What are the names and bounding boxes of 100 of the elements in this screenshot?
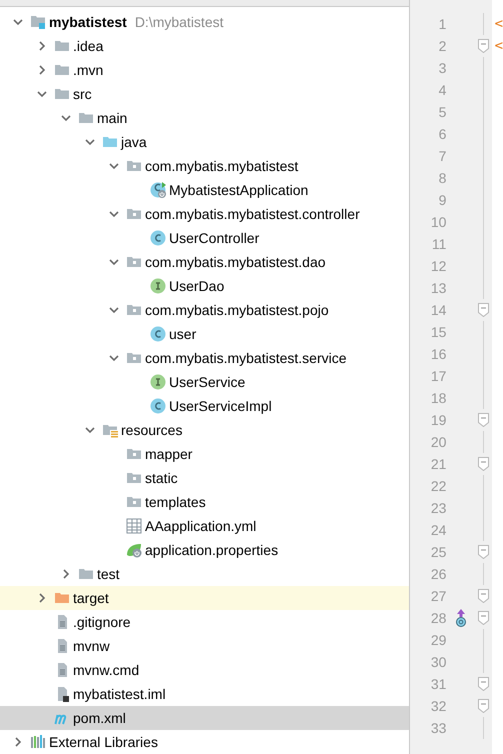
fold-marker-icon[interactable] (478, 611, 489, 625)
package-icon (126, 446, 142, 462)
tree-row[interactable]: mapper (0, 442, 410, 466)
line-number: 22 (430, 476, 446, 496)
chevron-right-icon[interactable] (61, 569, 71, 579)
chevron-right-icon[interactable] (37, 593, 47, 603)
tree-row[interactable]: com.mybatis.mybatistest.pojo (0, 298, 410, 322)
tree-row[interactable]: MybatistestApplication (0, 178, 410, 202)
line-number: 26 (430, 564, 446, 584)
tree-item-label: External Libraries (49, 732, 158, 752)
tree-row[interactable]: UserService (0, 370, 410, 394)
line-number: 13 (430, 278, 446, 298)
tree-row[interactable]: UserController (0, 226, 410, 250)
tree-item-label: application.properties (145, 540, 278, 560)
fold-marker-icon[interactable] (478, 699, 489, 713)
tree-row[interactable]: application.properties (0, 538, 410, 562)
table-file-icon (126, 518, 142, 534)
tree-row[interactable]: .gitignore (0, 610, 410, 634)
chevron-down-icon[interactable] (109, 353, 119, 363)
fold-marker-icon[interactable] (478, 303, 489, 317)
fold-marker-icon[interactable] (478, 39, 489, 53)
tree-row[interactable]: mybatistest.iml (0, 682, 410, 706)
tree-row[interactable]: target (0, 586, 410, 610)
interface-icon (150, 374, 166, 390)
tree-row[interactable]: .idea (0, 34, 410, 58)
chevron-down-icon[interactable] (37, 89, 47, 99)
chevron-down-icon[interactable] (109, 305, 119, 315)
tree-row[interactable]: com.mybatis.mybatistest.controller (0, 202, 410, 226)
tree-row[interactable]: templates (0, 490, 410, 514)
tree-item-label: MybatistestApplication (169, 180, 308, 200)
tree-row[interactable]: resources (0, 418, 410, 442)
implementation-marker-icon[interactable] (455, 609, 468, 627)
tree-row[interactable]: External Libraries (0, 730, 410, 754)
folder-icon (78, 110, 94, 126)
folder-icon (54, 590, 70, 606)
tree-item-label: test (97, 564, 120, 584)
class-icon (150, 398, 166, 414)
line-number: 21 (430, 454, 446, 474)
chevron-right-icon[interactable] (13, 737, 23, 747)
tree-row[interactable]: java (0, 130, 410, 154)
line-number: 2 (438, 36, 446, 56)
tree-row[interactable]: static (0, 466, 410, 490)
tree-row[interactable]: AAapplication.yml (0, 514, 410, 538)
chevron-down-icon[interactable] (85, 425, 95, 435)
fold-marker-icon[interactable] (478, 457, 489, 471)
line-number: 7 (438, 146, 446, 166)
tree-item-label: mapper (145, 444, 192, 464)
tree-row[interactable]: com.mybatis.mybatistest (0, 154, 410, 178)
line-number: 25 (430, 542, 446, 562)
tree-row[interactable]: com.mybatis.mybatistest.service (0, 346, 410, 370)
tree-row[interactable]: .mvn (0, 58, 410, 82)
tree-item-label: pom.xml (73, 708, 126, 728)
fold-marker-icon[interactable] (478, 413, 489, 427)
line-number: 11 (430, 234, 446, 254)
tree-row[interactable]: UserDao (0, 274, 410, 298)
tree-row[interactable]: com.mybatis.mybatistest.dao (0, 250, 410, 274)
tree-row[interactable]: user (0, 322, 410, 346)
line-number: 12 (430, 256, 446, 276)
tree-row[interactable]: src (0, 82, 410, 106)
fold-marker-icon[interactable] (478, 545, 489, 559)
tree-item-label: mybatistest.iml (73, 684, 166, 704)
tree-row[interactable]: pom.xml (0, 706, 410, 730)
chevron-down-icon[interactable] (61, 113, 71, 123)
chevron-down-icon[interactable] (85, 137, 95, 147)
libraries-icon (30, 734, 46, 750)
tree-row[interactable]: mybatistest D:\mybatistest (0, 10, 410, 34)
tree-item-label: com.mybatis.mybatistest.controller (145, 204, 360, 224)
line-number: 14 (430, 300, 446, 320)
fold-marker-icon[interactable] (478, 589, 489, 603)
tree-item-label: mvnw (73, 636, 110, 656)
line-number: 27 (430, 586, 446, 606)
tree-row[interactable]: mvnw (0, 634, 410, 658)
interface-icon (150, 278, 166, 294)
tree-row[interactable]: main (0, 106, 410, 130)
line-number: 9 (438, 190, 446, 210)
tree-item-label: target (73, 588, 109, 608)
project-path: D:\mybatistest (134, 12, 224, 32)
tree-item-label: com.mybatis.mybatistest.dao (145, 252, 326, 272)
tree-row[interactable]: UserServiceImpl (0, 394, 410, 418)
fold-marker-icon[interactable] (478, 677, 489, 691)
package-icon (126, 158, 142, 174)
line-number: 28 (430, 608, 446, 628)
line-number: 4 (438, 80, 446, 100)
line-number: 8 (438, 168, 446, 188)
tree-item-label: .gitignore (73, 612, 131, 632)
chevron-right-icon[interactable] (37, 41, 47, 51)
tree-item-label: UserDao (169, 276, 224, 296)
package-icon (126, 350, 142, 366)
tree-item-label: com.mybatis.mybatistest.pojo (145, 300, 329, 320)
chevron-down-icon[interactable] (13, 17, 23, 27)
folder-icon (54, 62, 70, 78)
tree-row[interactable]: test (0, 562, 410, 586)
package-icon (126, 302, 142, 318)
line-number: 17 (430, 366, 446, 386)
chevron-down-icon[interactable] (109, 161, 119, 171)
chevron-right-icon[interactable] (37, 65, 47, 75)
tree-row[interactable]: mvnw.cmd (0, 658, 410, 682)
chevron-down-icon[interactable] (109, 209, 119, 219)
line-number: 32 (430, 696, 446, 716)
chevron-down-icon[interactable] (109, 257, 119, 267)
